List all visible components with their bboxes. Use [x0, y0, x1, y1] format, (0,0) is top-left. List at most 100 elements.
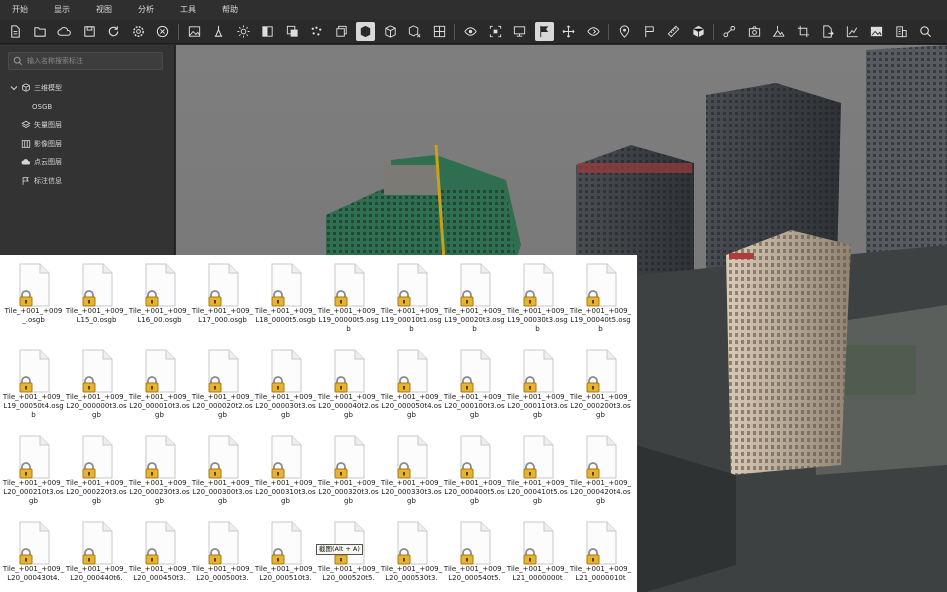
route-path-button[interactable]	[720, 22, 739, 41]
menu-item[interactable]: 分析	[130, 0, 162, 20]
menu-item[interactable]: 帮助	[214, 0, 246, 20]
file-item[interactable]: Tile_+001_+009_L19_00040t5.osgb	[569, 255, 632, 343]
file-item[interactable]: Tile_+001_+009_L16_00.osgb	[128, 255, 191, 343]
eye-follow-button[interactable]	[584, 22, 603, 41]
menu-item[interactable]: 视图	[88, 0, 120, 20]
layer-tree-item[interactable]: 点云图层	[0, 153, 175, 172]
file-item[interactable]: Tile_+001_+009_L20_000400t5.osgb	[443, 427, 506, 515]
file-item[interactable]: Tile_+001_+009_L20_000300t3.osgb	[191, 427, 254, 515]
file-item[interactable]: Tile_+001_+009_L17_000.osgb	[191, 255, 254, 343]
stack-pages-button[interactable]	[332, 22, 351, 41]
file-item[interactable]: Tile_+001_+009_L20_000030t3.osgb	[254, 341, 317, 429]
locked-file-icon	[16, 263, 52, 307]
sun-button[interactable]	[234, 22, 253, 41]
file-item[interactable]: Tile_+001_+009_L21_0000000t	[506, 513, 569, 592]
save-button[interactable]	[80, 22, 99, 41]
file-item[interactable]: Tile_+001_+009_L19_00020t3.osgb	[443, 255, 506, 343]
search-button[interactable]	[916, 22, 935, 41]
file-item[interactable]: Tile_+001_+009_L20_000420t4.osgb	[569, 427, 632, 515]
file-item[interactable]: Tile_+001_+009_L20_000230t3.osgb	[128, 427, 191, 515]
file-item[interactable]: Tile_+001_+009_L20_000330t3.osgb	[380, 427, 443, 515]
new-file-button[interactable]	[6, 22, 25, 41]
file-item[interactable]: Tile_+001_+009_L20_000450t3.	[128, 513, 191, 592]
layer-mask-button[interactable]	[283, 22, 302, 41]
layer-tree-item[interactable]: 影像图层	[0, 135, 175, 154]
file-item[interactable]: Tile_+001_+009_L19_00010t1.osgb	[380, 255, 443, 343]
file-item[interactable]: Tile_+001_+009_L19_00050t4.osgb	[2, 341, 65, 429]
camera-icon	[748, 26, 760, 37]
search-input[interactable]	[27, 57, 157, 65]
frame-select-button[interactable]	[486, 22, 505, 41]
chevron-down-icon[interactable]	[10, 84, 18, 92]
toolbar-separator	[713, 23, 714, 40]
layer-tree-item[interactable]: 标注信息	[0, 172, 175, 191]
grid-select-button[interactable]	[430, 22, 449, 41]
crop-button[interactable]	[794, 22, 813, 41]
file-name: Tile_+001_+009_L19_00030t3.osgb	[506, 307, 569, 333]
file-item[interactable]: Tile_+001_+009_L15_0.osgb	[65, 255, 128, 343]
move-cross-button[interactable]	[559, 22, 578, 41]
file-item[interactable]: Tile_+001_+009_L20_000310t3.osgb	[254, 427, 317, 515]
menu-item[interactable]: 开始	[4, 0, 36, 20]
file-item[interactable]: Tile_+001_+009_L20_000100t3.osgb	[443, 341, 506, 429]
file-item[interactable]: Tile_+001_+009_L20_000320t3.osgb	[317, 427, 380, 515]
file-item[interactable]: Tile_+001_+009_L20_000050t4.osgb	[380, 341, 443, 429]
file-item[interactable]: Tile_+001_+009_L18_0000t5.osgb	[254, 255, 317, 343]
menu-item[interactable]: 显示	[46, 0, 78, 20]
box-3d-button[interactable]	[689, 22, 708, 41]
camera-button[interactable]	[745, 22, 764, 41]
cloud-button[interactable]	[55, 22, 74, 41]
file-item[interactable]: Tile_+001_+009_L20_000530t3.	[380, 513, 443, 592]
image-button[interactable]	[867, 22, 886, 41]
layer-tree-item[interactable]: 三维模型	[0, 79, 175, 98]
file-item[interactable]: Tile_+001_+009_L20_000510t3.	[254, 513, 317, 592]
eye-rotate-button[interactable]	[461, 22, 480, 41]
locked-file-icon	[583, 263, 619, 307]
cube-solid-button[interactable]	[356, 22, 375, 41]
annotation-search[interactable]	[8, 52, 163, 70]
lighting-button[interactable]	[209, 22, 228, 41]
terrain-measure-button[interactable]	[769, 22, 788, 41]
file-item[interactable]: Tile_+001_+009_L20_000200t3.osgb	[569, 341, 632, 429]
file-item[interactable]: Tile_+001_+009_L20_000430t4.	[2, 513, 65, 592]
file-item[interactable]: Tile_+001_+009_L20_000500t3.	[191, 513, 254, 592]
chart-line-button[interactable]	[843, 22, 862, 41]
cube-outline-button[interactable]	[381, 22, 400, 41]
file-item[interactable]: Tile_+001_+009_L20_000000t3.osgb	[65, 341, 128, 429]
layer-tree-item[interactable]: OSGB	[0, 98, 175, 117]
refresh-button[interactable]	[104, 22, 123, 41]
layer-tree-item[interactable]: 矢量图层	[0, 116, 175, 135]
cube-remove-button[interactable]	[405, 22, 424, 41]
photo-scene-button[interactable]	[185, 22, 204, 41]
monitor-button[interactable]	[510, 22, 529, 41]
menu-item[interactable]: 工具	[172, 0, 204, 20]
ruler-button[interactable]	[664, 22, 683, 41]
point-cloud-button[interactable]	[307, 22, 326, 41]
cloud-icon	[57, 27, 71, 36]
file-item[interactable]: Tile_+001_+009_L19_00030t3.osgb	[506, 255, 569, 343]
file-item[interactable]: Tile_+001_+009_L20_000040t2.osgb	[317, 341, 380, 429]
flag-button[interactable]	[640, 22, 659, 41]
file-name: Tile_+001_+009_L20_000100t3.osgb	[443, 393, 506, 419]
file-item[interactable]: Tile_+001_+009_L20_000410t5.osgb	[506, 427, 569, 515]
location-pin-button[interactable]	[615, 22, 634, 41]
export-file-button[interactable]	[818, 22, 837, 41]
flag-route-button[interactable]	[534, 22, 554, 41]
building-button[interactable]	[892, 22, 911, 41]
close-circle-button[interactable]	[153, 22, 172, 41]
settings-button[interactable]	[129, 22, 148, 41]
open-folder-button[interactable]	[31, 22, 50, 41]
file-name: Tile_+001_+009_L20_000040t2.osgb	[317, 393, 380, 419]
file-item[interactable]: Tile_+001_+009_L20_000210t3.osgb	[2, 427, 65, 515]
file-item[interactable]: Tile_+001_+009_L20_000020t2.osgb	[191, 341, 254, 429]
file-item[interactable]: Tile_+001_+009_L20_000220t3.osgb	[65, 427, 128, 515]
file-item[interactable]: Tile_+001_+009_L19_00000t5.osgb	[317, 255, 380, 343]
file-item[interactable]: Tile_+001_+009_L20_000110t3.osgb	[506, 341, 569, 429]
file-item[interactable]: Tile_+001_+009_L20_000440t6.	[65, 513, 128, 592]
file-item[interactable]: Tile_+001_+009_.osgb	[2, 255, 65, 343]
file-item[interactable]: Tile_+001_+009_L20_000010t3.osgb	[128, 341, 191, 429]
file-item[interactable]: Tile_+001_+009_L21_0000010t	[569, 513, 632, 592]
contrast-button[interactable]	[258, 22, 277, 41]
file-item[interactable]: Tile_+001_+009_L20_000540t5.	[443, 513, 506, 592]
file-name: Tile_+001_+009_L20_000320t3.osgb	[317, 479, 380, 505]
